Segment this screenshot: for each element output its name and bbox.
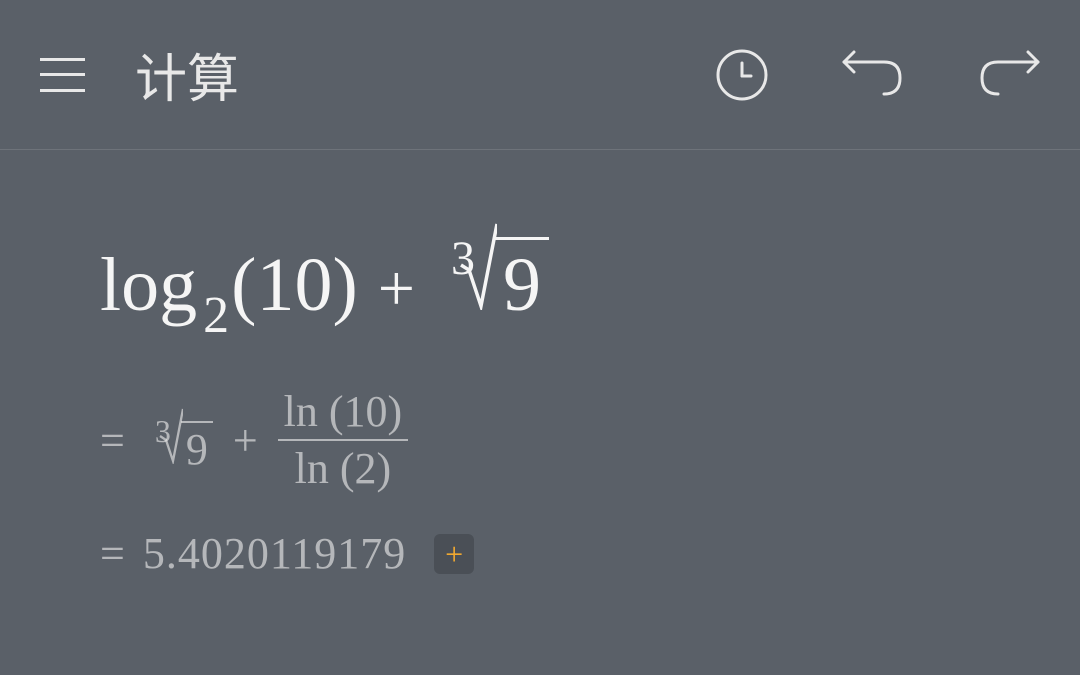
plus-icon: +: [445, 538, 463, 570]
equals-sign: =: [100, 528, 125, 579]
result-line: = 5.4020119179 +: [100, 528, 980, 579]
radical-icon: [459, 220, 497, 310]
calculation-area: log 2 (10) + 3 9 = 3 9 + ln (10) ln (2): [0, 150, 1080, 619]
app-header: 计算: [0, 0, 1080, 150]
fraction-term: ln (10) ln (2): [278, 384, 409, 496]
expand-button[interactable]: +: [434, 534, 474, 574]
log-label: log: [100, 242, 197, 329]
log-term: log 2 (10): [100, 242, 358, 329]
undo-icon[interactable]: [840, 50, 906, 100]
step-cube-root: 3 9: [143, 406, 213, 475]
equals-sign: =: [100, 415, 125, 466]
denominator: ln (2): [289, 441, 398, 496]
radicand: 9: [495, 237, 549, 329]
log-base: 2: [203, 286, 229, 345]
simplification-step: = 3 9 + ln (10) ln (2): [100, 384, 980, 496]
input-expression[interactable]: log 2 (10) + 3 9: [100, 220, 980, 329]
header-actions: [714, 47, 1042, 103]
history-icon[interactable]: [714, 47, 770, 103]
numerator: ln (10): [278, 384, 409, 439]
step-plus: +: [233, 415, 258, 466]
cube-root-term: 3 9: [435, 220, 549, 329]
plus-operator: +: [378, 251, 415, 327]
result-value: 5.4020119179: [143, 528, 406, 579]
step-radicand: 9: [181, 421, 213, 475]
log-argument: (10): [231, 242, 358, 329]
redo-icon[interactable]: [976, 50, 1042, 100]
step-root-index: 3: [155, 413, 171, 450]
page-title: 计算: [135, 37, 239, 112]
menu-icon[interactable]: [40, 58, 85, 92]
